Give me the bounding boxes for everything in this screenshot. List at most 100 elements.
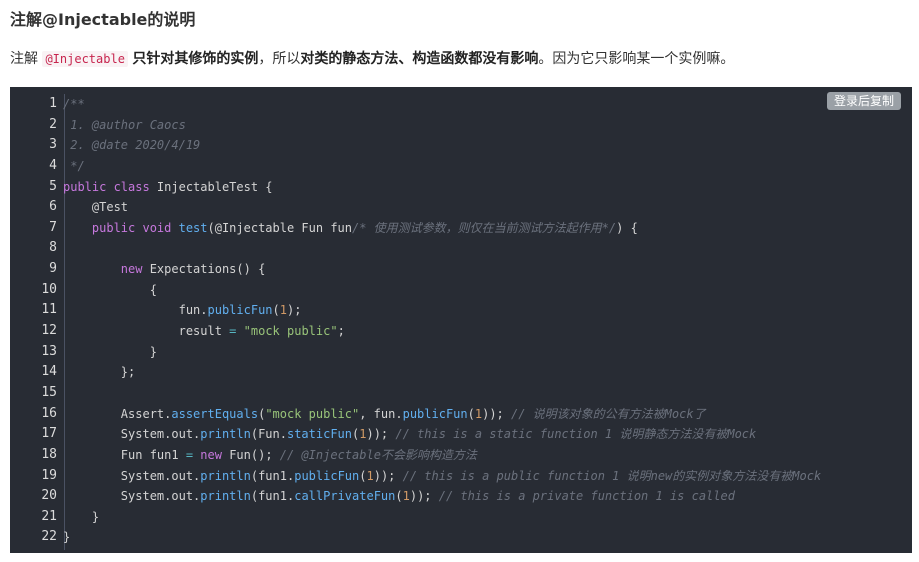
line-number: 11 [41, 302, 57, 318]
line-number: 21 [41, 508, 57, 524]
bold-text-2: 对类的静态方法、构造函数都没有影响 [300, 51, 539, 67]
code-keyword: new [200, 447, 222, 462]
line-number: 13 [41, 343, 57, 359]
code-text: fun. [63, 303, 208, 318]
code-keyword: public class [63, 179, 150, 194]
code-number: 1 [279, 303, 287, 318]
line-number: 2 [49, 116, 57, 132]
code-text: Fun fun1 [63, 447, 186, 462]
code-line-3: 2. @date 2020/4/19 [63, 135, 912, 156]
code-line-19: System.out.println(fun1.publicFun(1)); /… [63, 466, 912, 487]
code-comment: /** [63, 97, 85, 111]
para-text-3: ，所以 [258, 51, 301, 67]
para-text-4: 。因为它只影响某一个实例嘛。 [538, 51, 735, 67]
line-number: 8 [49, 240, 57, 256]
code-annotation: @Test [63, 200, 129, 215]
code-text: } [63, 509, 100, 524]
code-string: "mock public" [243, 324, 338, 339]
code-line-22: } [63, 527, 912, 548]
line-number: 7 [49, 219, 57, 235]
code-line-1: /** [63, 94, 912, 115]
code-function: test [178, 220, 208, 235]
code-text: }; [63, 365, 136, 380]
line-number: 19 [41, 467, 57, 483]
code-function: publicFun [207, 303, 273, 318]
code-line-4: */ [63, 156, 912, 177]
para-text-1: 注解 [10, 51, 43, 67]
code-text: (Fun. [250, 427, 287, 442]
code-line-18: Fun fun1 = new Fun(); // @Injectable不会影响… [63, 445, 912, 466]
code-text: } [63, 530, 71, 545]
code-comment: 1. @author Caocs [63, 117, 186, 132]
code-text: Assert. [63, 406, 172, 421]
code-line-20: System.out.println(fun1.callPrivateFun(1… [63, 486, 912, 507]
line-number: 9 [49, 261, 57, 277]
code-line-21: } [63, 507, 912, 528]
code-line-14: }; [63, 362, 912, 383]
code-function: println [200, 489, 251, 504]
line-number: 12 [41, 323, 57, 339]
code-line-5: public class InjectableTest { [63, 177, 912, 198]
line-number: 22 [41, 529, 57, 545]
code-text: System.out. [63, 468, 201, 483]
code-text: ( [395, 489, 403, 504]
code-text: InjectableTest { [149, 179, 273, 194]
code-string: "mock public" [265, 406, 360, 421]
code-function: publicFun [402, 406, 468, 421]
code-line-10: { [63, 280, 912, 301]
code-text: (fun1. [250, 489, 295, 504]
code-number: 1 [474, 406, 483, 421]
code-text: )); [373, 468, 403, 483]
line-number: 5 [49, 178, 57, 194]
code-number: 1 [402, 489, 410, 504]
line-number: 20 [41, 488, 57, 504]
code-line-17: System.out.println(Fun.staticFun(1)); //… [63, 424, 912, 445]
code-text: , fun. [359, 406, 403, 421]
code-operator: = [185, 447, 194, 462]
line-number: 15 [41, 384, 57, 400]
code-text: (@Injectable Fun fun [207, 220, 353, 235]
code-line-11: fun.publicFun(1); [63, 300, 912, 321]
code-comment: // this is a private function 1 is calle… [438, 489, 735, 504]
code-line-9: new Expectations() { [63, 259, 912, 280]
code-text: Expectations() { [142, 262, 266, 277]
code-comment: // @Injectable不会影响构造方法 [279, 447, 477, 462]
code-line-12: result = "mock public"; [63, 321, 912, 342]
code-function: publicFun [294, 468, 360, 483]
code-comment: 2. @date 2020/4/19 [63, 138, 201, 153]
code-keyword: public void [63, 220, 179, 235]
code-comment: // this is a static function 1 说明静态方法没有被… [395, 427, 757, 442]
code-text: )); [409, 489, 439, 504]
code-block: 登录后复制 1 2 3 4 5 6 7 8 9 10 11 12 13 14 1… [10, 87, 912, 553]
code-comment: // 说明该对象的公有方法被Mock了 [511, 406, 706, 421]
code-function: println [200, 468, 251, 483]
code-function: callPrivateFun [294, 489, 396, 504]
code-text: System.out. [63, 489, 201, 504]
code-text: ( [467, 406, 475, 421]
line-number: 3 [49, 137, 57, 153]
line-number-gutter: 1 2 3 4 5 6 7 8 9 10 11 12 13 14 15 16 1… [10, 94, 65, 550]
code-function: assertEquals [171, 406, 259, 421]
code-text: { [63, 282, 157, 297]
line-number: 17 [41, 426, 57, 442]
code-text: System.out. [63, 427, 201, 442]
description-paragraph: 注解 @Injectable 只针对其修饰的实例，所以对类的静态方法、构造函数都… [10, 48, 734, 70]
code-lines: /** 1. @author Caocs 2. @date 2020/4/19 … [63, 94, 912, 548]
code-text: ); [287, 303, 302, 318]
line-number: 4 [49, 157, 57, 173]
code-comment: /* 使用测试参数，则仅在当前测试方法起作用*/ [352, 220, 617, 235]
inline-code-injectable: @Injectable [42, 51, 128, 67]
line-number: 16 [41, 405, 57, 421]
code-keyword: new [120, 262, 143, 277]
code-function: staticFun [286, 427, 353, 442]
section-heading: 注解@Injectable的说明 [10, 10, 196, 29]
code-text: ; [337, 324, 345, 339]
code-line-7: public void test(@Injectable Fun fun/* 使… [63, 218, 912, 239]
code-comment: */ [63, 158, 85, 173]
code-text: (fun1. [250, 468, 295, 483]
line-number: 6 [49, 199, 57, 215]
line-number: 14 [41, 364, 57, 380]
